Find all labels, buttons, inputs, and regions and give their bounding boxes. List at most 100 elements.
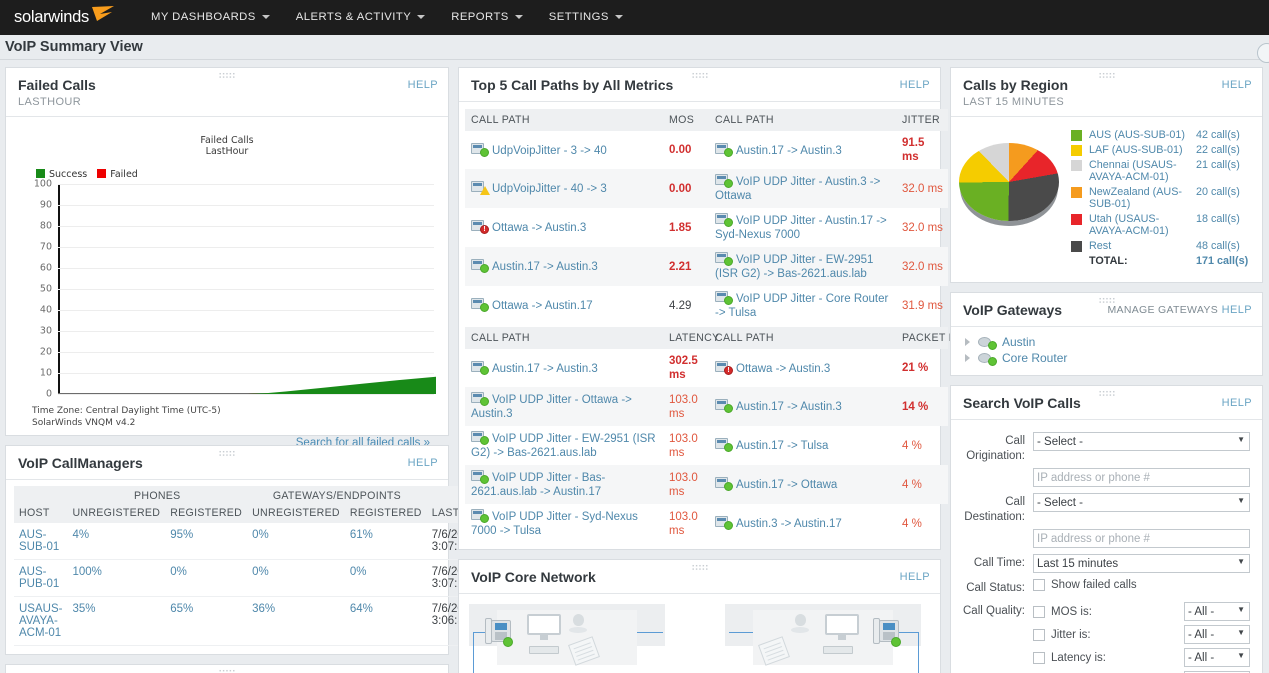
legend-label[interactable]: Rest bbox=[1089, 240, 1196, 252]
call-path-link[interactable]: VoIP UDP Jitter - Ottawa -> Austin.3 bbox=[471, 394, 632, 420]
legend-item[interactable]: LAF (AUS-SUB-01) 22 call(s) bbox=[1071, 144, 1252, 156]
chevron-down-icon bbox=[614, 15, 623, 20]
quality-select[interactable]: - All - bbox=[1184, 625, 1250, 644]
search-calls-header: Search VoIP Calls HELP bbox=[951, 386, 1262, 420]
call-path-link[interactable]: VoIP UDP Jitter - Core Router -> Tulsa bbox=[715, 293, 888, 319]
call-path-link[interactable]: VoIP UDP Jitter - Austin.3 -> Ottawa bbox=[715, 176, 880, 202]
legend-label[interactable]: LAF (AUS-SUB-01) bbox=[1089, 144, 1196, 156]
gateway-name[interactable]: Austin bbox=[1002, 335, 1035, 349]
callmanager-host[interactable]: USAUS-AVAYA-ACM-01 bbox=[14, 596, 68, 646]
gateway-row[interactable]: Core Router bbox=[965, 351, 1252, 366]
call-path-link[interactable]: VoIP UDP Jitter - EW-2951 (ISR G2) -> Ba… bbox=[471, 433, 656, 459]
call-path-link[interactable]: Ottawa -> Austin.3 bbox=[736, 363, 830, 375]
help-link[interactable]: HELP bbox=[1222, 397, 1252, 409]
legend-label[interactable]: AUS (AUS-SUB-01) bbox=[1089, 129, 1196, 141]
call-path-cell[interactable]: Austin.17 -> Ottawa bbox=[709, 465, 896, 504]
legend-label[interactable]: NewZealand (AUS-SUB-01) bbox=[1089, 186, 1196, 210]
core-network-map[interactable] bbox=[459, 594, 940, 673]
call-path-link[interactable]: Austin.17 -> Tulsa bbox=[736, 440, 828, 452]
legend-label[interactable]: Utah (USAUS-AVAYA-ACM-01) bbox=[1089, 213, 1196, 237]
legend-item[interactable]: NewZealand (AUS-SUB-01) 20 call(s) bbox=[1071, 186, 1252, 210]
call-path-link[interactable]: VoIP UDP Jitter - Austin.17 -> Syd-Nexus… bbox=[715, 215, 887, 241]
call-path-cell[interactable]: Austin.17 -> Austin.3 bbox=[709, 131, 896, 169]
solarwinds-logo[interactable]: solarwinds bbox=[14, 6, 116, 27]
call-path-cell[interactable]: VoIP UDP Jitter - Austin.3 -> Ottawa bbox=[709, 169, 896, 208]
legend-label[interactable]: Chennai (USAUS-AVAYA-ACM-01) bbox=[1089, 159, 1196, 183]
call-path-cell[interactable]: ! Ottawa -> Austin.3 bbox=[709, 349, 896, 387]
quality-checkbox[interactable] bbox=[1033, 605, 1045, 618]
call-path-link[interactable]: UdpVoipJitter - 40 -> 3 bbox=[492, 183, 607, 195]
call-path-link[interactable]: VoIP UDP Jitter - Syd-Nexus 7000 -> Tuls… bbox=[471, 511, 638, 537]
call-path-cell[interactable]: VoIP UDP Jitter - Austin.17 -> Syd-Nexus… bbox=[709, 208, 896, 247]
drag-handle-icon[interactable] bbox=[1098, 72, 1115, 79]
call-path-link[interactable]: Ottawa -> Austin.3 bbox=[492, 222, 586, 234]
call-path-cell[interactable]: UdpVoipJitter - 40 -> 3 bbox=[465, 169, 663, 208]
call-path-cell[interactable]: UdpVoipJitter - 3 -> 40 bbox=[465, 131, 663, 169]
legend-item[interactable]: Rest 48 call(s) bbox=[1071, 240, 1252, 252]
show-failed-calls-checkbox[interactable] bbox=[1033, 579, 1045, 591]
call-path-cell[interactable]: Austin.17 -> Austin.3 bbox=[465, 247, 663, 286]
help-link[interactable]: HELP bbox=[1222, 304, 1252, 316]
call-path-link[interactable]: Austin.17 -> Austin.3 bbox=[492, 261, 598, 273]
drag-handle-icon[interactable] bbox=[218, 669, 236, 673]
call-path-link[interactable]: Austin.17 -> Austin.3 bbox=[736, 401, 842, 413]
quality-select[interactable]: - All - bbox=[1184, 648, 1250, 667]
call-time-select[interactable]: Last 15 minutes bbox=[1033, 554, 1250, 573]
callmanager-host[interactable]: AUS-PUB-01 bbox=[14, 559, 68, 597]
drag-handle-icon[interactable] bbox=[1098, 390, 1115, 397]
call-path-cell[interactable]: VoIP UDP Jitter - EW-2951 (ISR G2) -> Ba… bbox=[709, 247, 896, 286]
metric-value-cell: 91.5 ms bbox=[896, 131, 948, 169]
help-link[interactable]: HELP bbox=[408, 457, 438, 469]
call-path-link[interactable]: UdpVoipJitter - 3 -> 40 bbox=[492, 145, 607, 157]
drag-handle-icon[interactable] bbox=[218, 72, 236, 79]
drag-handle-icon[interactable] bbox=[1098, 297, 1115, 304]
call-destination-input[interactable] bbox=[1033, 529, 1250, 548]
call-path-cell[interactable]: VoIP UDP Jitter - Ottawa -> Austin.3 bbox=[465, 387, 663, 426]
call-path-cell[interactable]: Ottawa -> Austin.17 bbox=[465, 286, 663, 325]
call-path-cell[interactable]: ! Ottawa -> Austin.3 bbox=[465, 208, 663, 247]
call-path-cell[interactable]: Austin.17 -> Austin.3 bbox=[709, 387, 896, 426]
quality-checkbox[interactable] bbox=[1033, 628, 1045, 641]
gateway-name[interactable]: Core Router bbox=[1002, 351, 1067, 365]
quality-select[interactable]: - All - bbox=[1184, 602, 1250, 621]
call-path-cell[interactable]: VoIP UDP Jitter - Core Router -> Tulsa bbox=[709, 286, 896, 325]
call-path-link[interactable]: Ottawa -> Austin.17 bbox=[492, 300, 593, 312]
legend-item[interactable]: Utah (USAUS-AVAYA-ACM-01) 18 call(s) bbox=[1071, 213, 1252, 237]
drag-handle-icon[interactable] bbox=[691, 72, 708, 79]
help-link[interactable]: HELP bbox=[900, 571, 930, 583]
call-path-cell[interactable]: VoIP UDP Jitter - EW-2951 (ISR G2) -> Ba… bbox=[465, 426, 663, 465]
nav-reports[interactable]: REPORTS bbox=[438, 0, 536, 35]
expand-arrow-icon[interactable] bbox=[965, 354, 970, 362]
nav-alerts-activity[interactable]: ALERTS & ACTIVITY bbox=[283, 0, 438, 35]
call-paths-header: Top 5 Call Paths by All Metrics HELP bbox=[459, 68, 940, 102]
drag-handle-icon[interactable] bbox=[218, 450, 236, 457]
call-path-link[interactable]: VoIP UDP Jitter - Bas-2621.aus.lab -> Au… bbox=[471, 472, 605, 498]
quality-checkbox[interactable] bbox=[1033, 651, 1045, 664]
call-path-cell[interactable]: Austin.17 -> Tulsa bbox=[709, 426, 896, 465]
quality-filter-row: MOS is: - All - bbox=[1033, 602, 1250, 621]
legend-item[interactable]: Chennai (USAUS-AVAYA-ACM-01) 21 call(s) bbox=[1071, 159, 1252, 183]
manage-gateways-link[interactable]: MANAGE GATEWAYS bbox=[1108, 304, 1218, 316]
expand-arrow-icon[interactable] bbox=[965, 338, 970, 346]
call-path-cell[interactable]: VoIP UDP Jitter - Syd-Nexus 7000 -> Tuls… bbox=[465, 504, 663, 543]
call-path-link[interactable]: Austin.17 -> Austin.3 bbox=[736, 145, 842, 157]
help-link[interactable]: HELP bbox=[1222, 79, 1252, 91]
call-origination-select[interactable]: - Select - bbox=[1033, 432, 1250, 451]
call-path-link[interactable]: Austin.17 -> Austin.3 bbox=[492, 363, 598, 375]
help-link[interactable]: HELP bbox=[900, 79, 930, 91]
nav-settings[interactable]: SETTINGS bbox=[536, 0, 636, 35]
call-path-cell[interactable]: Austin.17 -> Austin.3 bbox=[465, 349, 663, 387]
call-destination-select[interactable]: - Select - bbox=[1033, 493, 1250, 512]
call-origination-input[interactable] bbox=[1033, 468, 1250, 487]
call-path-cell[interactable]: Austin.3 -> Austin.17 bbox=[709, 504, 896, 543]
nav-my-dashboards[interactable]: MY DASHBOARDS bbox=[138, 0, 283, 35]
call-path-link[interactable]: Austin.17 -> Ottawa bbox=[736, 479, 837, 491]
call-path-link[interactable]: Austin.3 -> Austin.17 bbox=[736, 518, 842, 530]
call-path-link[interactable]: VoIP UDP Jitter - EW-2951 (ISR G2) -> Ba… bbox=[715, 254, 873, 280]
legend-item[interactable]: AUS (AUS-SUB-01) 42 call(s) bbox=[1071, 129, 1252, 141]
drag-handle-icon[interactable] bbox=[691, 564, 708, 571]
call-path-cell[interactable]: VoIP UDP Jitter - Bas-2621.aus.lab -> Au… bbox=[465, 465, 663, 504]
callmanager-host[interactable]: AUS-SUB-01 bbox=[14, 523, 68, 560]
gateway-row[interactable]: Austin bbox=[965, 335, 1252, 350]
help-link[interactable]: HELP bbox=[408, 79, 438, 91]
